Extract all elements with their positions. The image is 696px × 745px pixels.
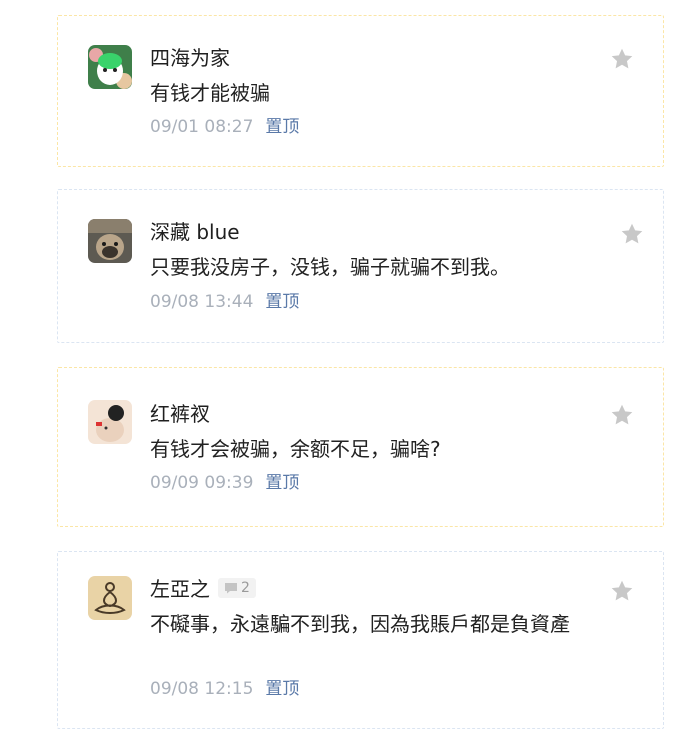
user-name[interactable]: 深藏 blue — [150, 220, 240, 244]
avatar[interactable] — [88, 400, 132, 444]
comment-text: 有钱才能被骗 — [150, 81, 270, 105]
comment-icon — [225, 583, 237, 594]
pin-button[interactable]: 置顶 — [265, 117, 299, 137]
pin-button[interactable]: 置顶 — [265, 473, 299, 493]
comment-text: 只要我没房子，没钱，骗子就骗不到我。 — [150, 255, 510, 279]
comment-time: 09/09 09:39 — [150, 473, 254, 493]
comment-meta: 09/01 08:27 置顶 — [150, 116, 299, 138]
pin-button[interactable]: 置顶 — [265, 679, 299, 699]
comment-card: 四海为家 有钱才能被骗 09/01 08:27 置顶 — [57, 15, 664, 167]
avatar[interactable] — [88, 45, 132, 89]
pin-button[interactable]: 置顶 — [265, 292, 299, 312]
user-name[interactable]: 红裤衩 — [150, 402, 210, 426]
comment-time: 09/01 08:27 — [150, 117, 254, 137]
avatar[interactable] — [88, 576, 132, 620]
comment-card: 红裤衩 有钱才会被骗，余额不足，骗啥? 09/09 09:39 置顶 — [57, 367, 664, 527]
comment-meta: 09/08 12:15 置顶 — [150, 678, 299, 700]
comment-card: 左亞之 2 不礙事，永遠騙不到我，因為我賬戶都是負資產 09/08 12:15 置顶 — [57, 551, 664, 729]
comment-card: 深藏 blue 只要我没房子，没钱，骗子就骗不到我。 09/08 13:44 置顶 — [57, 189, 664, 343]
user-name-label[interactable]: 左亞之 — [150, 577, 210, 601]
star-icon[interactable] — [609, 402, 635, 428]
star-icon[interactable] — [619, 221, 645, 247]
user-name[interactable]: 四海为家 — [150, 46, 230, 70]
comment-time: 09/08 13:44 — [150, 292, 254, 312]
user-name: 左亞之 2 — [150, 577, 256, 601]
comment-text: 不礙事，永遠騙不到我，因為我賬戶都是負資產 — [150, 612, 570, 636]
reply-count-badge[interactable]: 2 — [218, 578, 256, 598]
comment-time: 09/08 12:15 — [150, 679, 254, 699]
reply-count: 2 — [241, 580, 250, 596]
star-icon[interactable] — [609, 578, 635, 604]
comment-text: 有钱才会被骗，余额不足，骗啥? — [150, 437, 441, 461]
comment-meta: 09/09 09:39 置顶 — [150, 472, 299, 494]
comment-meta: 09/08 13:44 置顶 — [150, 291, 299, 313]
avatar[interactable] — [88, 219, 132, 263]
star-icon[interactable] — [609, 46, 635, 72]
